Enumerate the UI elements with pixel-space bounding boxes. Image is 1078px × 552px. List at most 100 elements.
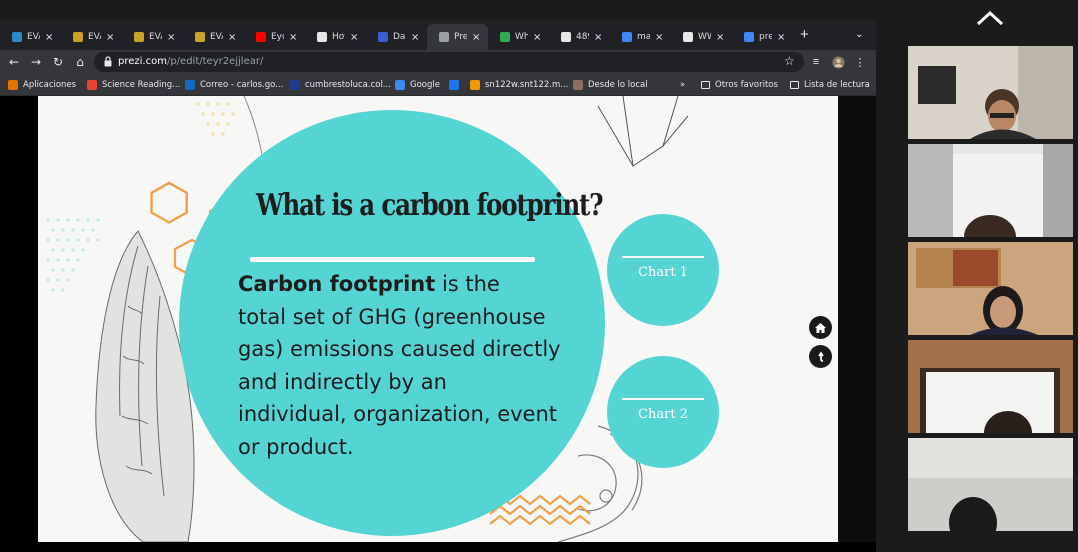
- geometric-sketch: [597, 96, 689, 167]
- browser-tab[interactable]: prep ×: [732, 24, 793, 50]
- tab-close-icon[interactable]: ×: [533, 32, 545, 43]
- bookmarks-overflow-button[interactable]: »: [680, 78, 685, 92]
- video-participants-panel: [876, 0, 1078, 552]
- screen: EVA×EVA×EVA×EVA×Eydi×Hot×Dast×Prez×Wha×4…: [0, 0, 1078, 552]
- desde-lo-local-icon: [573, 80, 583, 90]
- tab-favicon-icon: [73, 32, 83, 42]
- bookmark-star-icon[interactable]: ☆: [784, 54, 795, 68]
- tab-title: EVA: [210, 32, 223, 42]
- tab-close-icon[interactable]: ×: [777, 32, 789, 43]
- tab-close-icon[interactable]: ×: [45, 32, 57, 43]
- participant-5-image: [908, 438, 1073, 531]
- tab-close-icon[interactable]: ×: [106, 32, 118, 43]
- chevron-up-icon[interactable]: [976, 10, 1004, 26]
- prezi-home-button[interactable]: [809, 316, 832, 339]
- tab-close-icon[interactable]: ×: [350, 32, 362, 43]
- media-control-icon[interactable]: ≡: [808, 53, 824, 71]
- hotmail-icon: [470, 80, 480, 90]
- reading-list-button-label: Lista de lectura: [804, 80, 870, 90]
- tab-title: 489: [576, 32, 589, 42]
- tab-close-icon[interactable]: ×: [411, 32, 423, 43]
- bookmark-item[interactable]: Aplicaciones: [8, 78, 76, 92]
- browser-window: EVA×EVA×EVA×EVA×Eydi×Hot×Dast×Prez×Wha×4…: [0, 20, 876, 552]
- home-icon: [815, 322, 826, 333]
- body-line-1: Carbon footprint is the: [238, 268, 593, 301]
- reading-list-button[interactable]: Lista de lectura: [790, 78, 870, 92]
- tab-favicon-icon: [195, 32, 205, 42]
- address-bar[interactable]: prezi.com/p/edit/teyr2ejjlear/ ☆: [94, 52, 804, 72]
- browser-tab[interactable]: 489 ×: [549, 24, 610, 50]
- other-bookmarks-folder[interactable]: Otros favoritos: [701, 78, 778, 92]
- participant-4-image: [908, 340, 1073, 433]
- tab-close-icon[interactable]: ×: [472, 32, 484, 43]
- body-line-4: and indirectly by an: [238, 369, 447, 394]
- bookmark-label: Aplicaciones: [23, 80, 77, 90]
- tab-close-icon[interactable]: ×: [716, 32, 728, 43]
- reload-button[interactable]: ↻: [50, 53, 66, 71]
- chart-2-topic-button[interactable]: Chart 2: [607, 356, 719, 468]
- home-button[interactable]: ⌂: [72, 53, 88, 71]
- bookmark-item[interactable]: cumbrestoluca.col...: [290, 78, 391, 92]
- chart-2-divider: [622, 398, 704, 400]
- bookmark-item[interactable]: [449, 78, 459, 92]
- participant-video-2[interactable]: [908, 144, 1073, 237]
- lock-icon: [104, 56, 112, 67]
- tab-title: mail: [637, 32, 650, 42]
- browser-tab[interactable]: Prez ×: [427, 24, 488, 50]
- browser-tab[interactable]: Dast ×: [366, 24, 427, 50]
- back-button[interactable]: ←: [6, 53, 22, 71]
- outlook-mail-icon: [185, 80, 195, 90]
- profile-avatar[interactable]: [830, 53, 846, 71]
- tab-close-icon[interactable]: ×: [228, 32, 240, 43]
- browser-tab[interactable]: Hot ×: [305, 24, 366, 50]
- bookmark-item[interactable]: Science Reading...: [87, 78, 180, 92]
- tab-close-icon[interactable]: ×: [167, 32, 179, 43]
- participant-3-image: [908, 242, 1073, 335]
- bookmark-item[interactable]: Google: [395, 78, 440, 92]
- new-tab-button[interactable]: +: [800, 27, 809, 42]
- bookmark-label: Correo - carlos.go...: [200, 80, 284, 90]
- body-line-6: or product.: [238, 434, 354, 459]
- tab-title: EVA: [27, 32, 40, 42]
- page-content: What is a carbon footprint? Carbon footp…: [0, 96, 876, 552]
- facebook-icon: [449, 80, 459, 90]
- browser-tab[interactable]: WW ×: [671, 24, 732, 50]
- browser-tab[interactable]: mail ×: [610, 24, 671, 50]
- browser-tab[interactable]: EVA ×: [183, 24, 244, 50]
- prezi-back-button[interactable]: [809, 345, 832, 368]
- tab-close-icon[interactable]: ×: [289, 32, 301, 43]
- tab-close-icon[interactable]: ×: [594, 32, 606, 43]
- browser-tab[interactable]: EVA ×: [61, 24, 122, 50]
- participant-video-4[interactable]: [908, 340, 1073, 433]
- title-divider: [250, 257, 535, 262]
- google-icon: [395, 80, 405, 90]
- tab-favicon-icon: [134, 32, 144, 42]
- browser-tab[interactable]: Wha ×: [488, 24, 549, 50]
- tab-favicon-icon: [744, 32, 754, 42]
- tab-title: Eydi: [271, 32, 284, 42]
- bookmark-item[interactable]: Desde lo local: [573, 78, 648, 92]
- science-reading-icon: [87, 80, 97, 90]
- browser-tab[interactable]: EVA ×: [122, 24, 183, 50]
- chart-2-label: Chart 2: [638, 407, 688, 422]
- tab-search-icon[interactable]: ⌄: [855, 29, 863, 40]
- participant-video-5[interactable]: [908, 438, 1073, 531]
- bookmark-item[interactable]: Correo - carlos.go...: [185, 78, 283, 92]
- tab-favicon-icon: [256, 32, 266, 42]
- tab-close-icon[interactable]: ×: [655, 32, 667, 43]
- browser-tab[interactable]: Eydi ×: [244, 24, 305, 50]
- body-line-1-rest: is the: [435, 272, 500, 296]
- bookmark-item[interactable]: sn122w.snt122.m...: [470, 78, 568, 92]
- browser-tab[interactable]: EVA ×: [0, 24, 61, 50]
- body-line-2: total set of GHG (greenhouse: [238, 304, 546, 329]
- url-text: prezi.com/p/edit/teyr2ejjlear/: [118, 56, 263, 67]
- bookmark-label: Science Reading...: [102, 80, 181, 90]
- prezi-canvas[interactable]: What is a carbon footprint? Carbon footp…: [38, 96, 838, 542]
- chart-1-topic-button[interactable]: Chart 1: [607, 214, 719, 326]
- participant-video-1[interactable]: [908, 46, 1073, 139]
- participant-video-3[interactable]: [908, 242, 1073, 335]
- tab-favicon-icon: [500, 32, 510, 42]
- tab-favicon-icon: [622, 32, 632, 42]
- forward-button[interactable]: →: [28, 53, 44, 71]
- browser-menu-icon[interactable]: ⋮: [852, 53, 868, 71]
